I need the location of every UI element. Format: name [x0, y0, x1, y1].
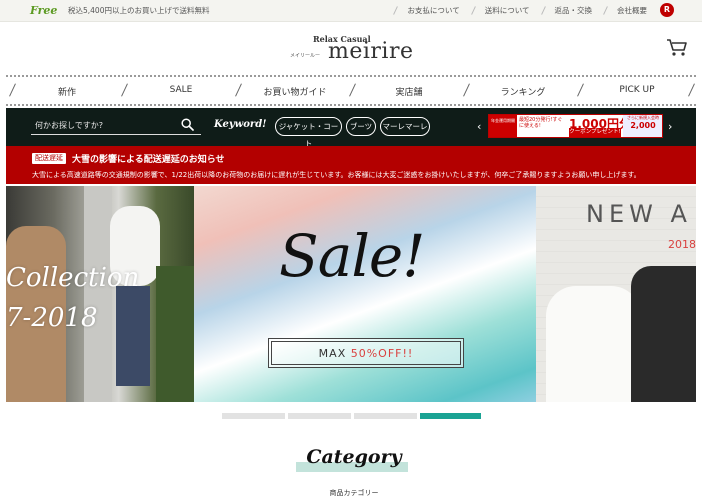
top-link-payment[interactable]: お支払について — [395, 5, 472, 16]
hero-carousel[interactable]: Collection 7-2018 Sale! MAX 50%OFF!! NEW… — [6, 186, 696, 402]
site-logo[interactable]: Relax Casual メイリールー meirire — [250, 30, 450, 70]
slide-collection[interactable]: Collection 7-2018 — [6, 186, 194, 402]
shipping-note: 税込5,400円以上のお買い上げで送料無料 — [68, 6, 210, 15]
rakuten-icon[interactable]: R — [660, 3, 674, 17]
search-box — [31, 116, 201, 135]
promo-coupon: クーポンプレゼント! — [569, 128, 621, 137]
sale-headline: Sale! — [279, 222, 425, 290]
main-nav: 新作 SALE お買い物ガイド 実店舗 ランキング PICK UP — [6, 75, 696, 106]
promo-mid-text: 最短20分発行!すぐに使える! — [519, 117, 563, 129]
promo-right: さらに新規入会時 2,000 — [623, 115, 662, 137]
promo-banner[interactable]: 年金運用期開 最短20分発行!すぐに使える! 1,000円分 クーポンプレゼント… — [488, 114, 663, 138]
nav-item-guide[interactable]: お買い物ガイド — [238, 85, 352, 98]
carousel-dot-4[interactable] — [420, 413, 481, 419]
alert-title: 大雪の影響による配送遅延のお知らせ — [72, 155, 225, 165]
sale-discount-box: MAX 50%OFF!! — [268, 338, 464, 368]
top-link-returns[interactable]: 返品・交換 — [543, 5, 606, 16]
carousel-dot-3[interactable] — [354, 413, 417, 419]
top-info-bar: Free 税込5,400円以上のお買い上げで送料無料 お支払について 送料につい… — [0, 0, 702, 22]
search-bar: Keyword! ジャケット・コート ブーツ マーレマーレ ‹ 年金運用期開 最… — [6, 108, 696, 148]
free-shipping-badge: Free — [30, 4, 58, 17]
promo-card-graphic: 年金運用期開 — [489, 115, 517, 137]
top-link-shipping[interactable]: 送料について — [473, 5, 543, 16]
nav-item-new[interactable]: 新作 — [10, 85, 124, 98]
slide-sale[interactable]: Sale! MAX 50%OFF!! — [194, 186, 536, 402]
keyword-label: Keyword! — [214, 119, 267, 130]
keyword-chip-marlemarle[interactable]: マーレマーレ — [380, 117, 430, 136]
delivery-delay-alert[interactable]: 配送遅延 大雪の影響による配送遅延のお知らせ 大雪による高速道路等の交通規制の影… — [6, 146, 696, 184]
top-link-company[interactable]: 会社概要 — [605, 5, 660, 16]
search-input[interactable] — [31, 116, 171, 134]
category-heading: Category — [306, 446, 402, 468]
chevron-left-icon[interactable]: ‹ — [477, 120, 481, 133]
carousel-dot-1[interactable] — [222, 413, 285, 419]
top-links: お支払について 送料について 返品・交換 会社概要 — [395, 5, 660, 16]
keyword-chip-boots[interactable]: ブーツ — [346, 117, 376, 136]
keyword-chip-jacket-coat[interactable]: ジャケット・コート — [275, 117, 342, 148]
slide-new-arrival[interactable]: NEW A 2018 — [536, 186, 696, 402]
new-arrival-year: 2018 — [668, 238, 696, 251]
new-arrival-text: NEW A — [586, 200, 692, 228]
nav-item-ranking[interactable]: ランキング — [466, 85, 580, 98]
carousel-dot-2[interactable] — [288, 413, 351, 419]
nav-item-stores[interactable]: 実店舗 — [352, 85, 466, 98]
category-subheading: 商品カテゴリー — [329, 489, 379, 497]
nav-item-pickup[interactable]: PICK UP — [580, 85, 694, 95]
alert-badge: 配送遅延 — [32, 153, 66, 164]
collection-text: Collection 7-2018 — [6, 263, 140, 333]
cart-icon[interactable] — [666, 37, 688, 57]
logo-kana: メイリールー — [290, 53, 321, 59]
chevron-right-icon[interactable]: › — [668, 120, 672, 133]
nav-item-sale[interactable]: SALE — [124, 85, 238, 95]
search-icon[interactable] — [181, 118, 194, 131]
alert-body: 大雪による高速道路等の交通規制の影響で、1/22出荷以降のお荷物のお届けに遅れが… — [32, 171, 641, 179]
logo-text: meirire — [328, 39, 414, 64]
